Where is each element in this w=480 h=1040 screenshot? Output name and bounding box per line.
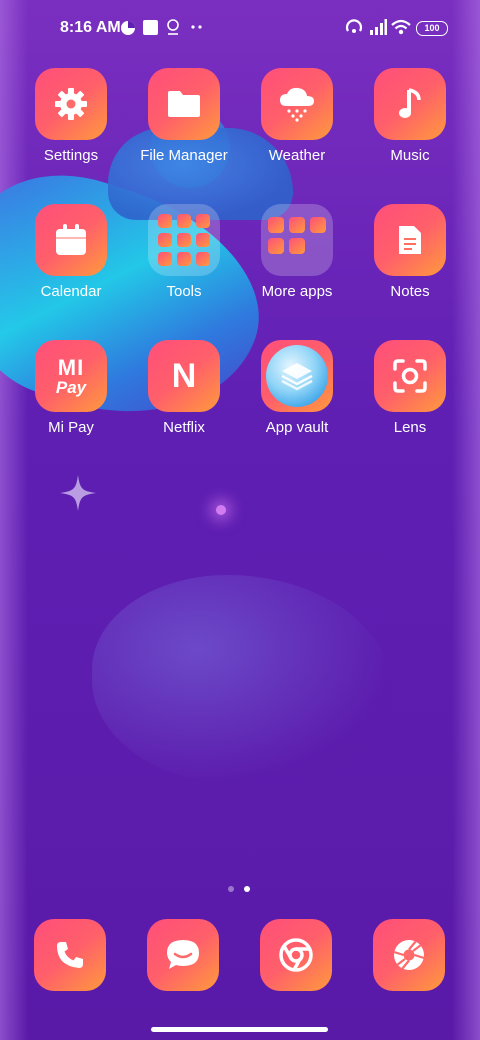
notes-tile[interactable] — [374, 204, 446, 276]
app-label: Notes — [390, 283, 430, 300]
video-icon — [196, 233, 210, 247]
app-label: Netflix — [163, 419, 205, 436]
more-dots-icon — [191, 25, 202, 29]
app-settings[interactable]: Settings — [15, 68, 127, 164]
app-lens[interactable]: Lens — [354, 340, 466, 436]
settings-tile[interactable] — [35, 68, 107, 140]
camera-aperture-icon — [393, 940, 425, 970]
folder-preview-grid — [268, 216, 326, 254]
netflix-logo: N — [171, 356, 197, 395]
battery-icon: 100 — [416, 21, 448, 36]
lens-tile[interactable] — [374, 340, 446, 412]
folder-tools[interactable]: Tools — [128, 204, 240, 300]
app-label: File Manager — [140, 147, 228, 164]
mi-pay-tile[interactable]: MI Pay — [35, 340, 107, 412]
record-icon — [177, 233, 191, 247]
app-label: App vault — [265, 419, 329, 436]
page-dot-2-active[interactable] — [244, 886, 250, 892]
messages-icon — [167, 940, 199, 969]
weather-tile[interactable] — [261, 68, 333, 140]
document-icon — [399, 226, 421, 254]
compass-icon — [158, 233, 172, 247]
mail-icon — [158, 252, 172, 266]
folder-icon — [168, 91, 200, 117]
android-icon — [196, 252, 210, 266]
contacts-icon — [158, 214, 172, 228]
linkedin-icon — [268, 237, 284, 254]
app-mi-pay[interactable]: MI Pay Mi Pay — [15, 340, 127, 436]
app-label: Tools — [166, 283, 202, 300]
dock-chrome[interactable] — [260, 919, 332, 991]
app-vault[interactable]: App vault — [241, 340, 353, 436]
folder-more-apps[interactable]: More apps — [241, 204, 353, 300]
wifi-icon — [391, 19, 411, 35]
app-label: Music — [390, 147, 430, 164]
wallpaper-glow-dot — [216, 505, 226, 515]
calendar-tile[interactable] — [35, 204, 107, 276]
chrome-icon — [279, 938, 313, 972]
status-time: 8:16 AM — [60, 19, 121, 36]
home-gesture-bar[interactable] — [151, 1027, 328, 1032]
app-file-manager[interactable]: File Manager — [128, 68, 240, 164]
app-label: Weather — [268, 147, 326, 164]
app-music[interactable]: Music — [354, 68, 466, 164]
square-notification-icon — [143, 20, 158, 35]
app-notes[interactable]: Notes — [354, 204, 466, 300]
app-vault-tile[interactable] — [261, 340, 333, 412]
tools-folder[interactable] — [148, 204, 220, 276]
app-calendar[interactable]: Calendar — [15, 204, 127, 300]
calendar-icon — [56, 224, 86, 255]
mi-pay-logo: MI Pay — [55, 354, 87, 397]
more-apps-folder[interactable] — [261, 204, 333, 276]
app-label: Lens — [393, 419, 427, 436]
app-label: Calendar — [40, 283, 102, 300]
apps-icon — [177, 214, 191, 228]
signal-icon — [370, 19, 387, 35]
layers-icon — [281, 363, 313, 391]
file-manager-tile[interactable] — [148, 68, 220, 140]
dock-phone[interactable] — [34, 919, 106, 991]
gear-icon — [55, 88, 87, 120]
lens-scan-icon — [393, 359, 427, 393]
app-label: Mi Pay — [48, 419, 94, 436]
app-label: More apps — [261, 283, 333, 300]
dock-camera[interactable] — [373, 919, 445, 991]
folder-preview-grid — [158, 214, 210, 266]
app-icon — [310, 216, 326, 233]
facebook-icon — [289, 216, 305, 233]
data-saver-icon — [121, 21, 135, 35]
location-icon — [167, 19, 179, 35]
app-label: Settings — [43, 147, 99, 164]
snow-cloud-icon — [280, 87, 314, 122]
status-bar: 8:16 AM 100 — [0, 0, 480, 56]
wallpaper-ghost-cloud — [92, 575, 392, 785]
app-netflix[interactable]: N Netflix — [128, 340, 240, 436]
dock-messages[interactable] — [147, 919, 219, 991]
sparkle-icon — [60, 475, 96, 511]
music-note-icon — [399, 88, 421, 118]
app-weather[interactable]: Weather — [241, 68, 353, 164]
phone-icon — [57, 942, 83, 968]
infinity-icon — [177, 252, 191, 266]
mi-pay-logo-top: MI — [57, 354, 85, 380]
app-vault-orb — [266, 345, 328, 407]
app-icon — [268, 216, 284, 233]
hotspot-icon — [345, 19, 363, 33]
info-icon — [196, 214, 210, 228]
mi-pay-logo-bottom: Pay — [55, 377, 87, 397]
page-dot-1[interactable] — [228, 886, 234, 892]
netflix-tile[interactable]: N — [148, 340, 220, 412]
music-tile[interactable] — [374, 68, 446, 140]
page-indicator — [228, 879, 260, 897]
image-icon — [289, 237, 305, 254]
